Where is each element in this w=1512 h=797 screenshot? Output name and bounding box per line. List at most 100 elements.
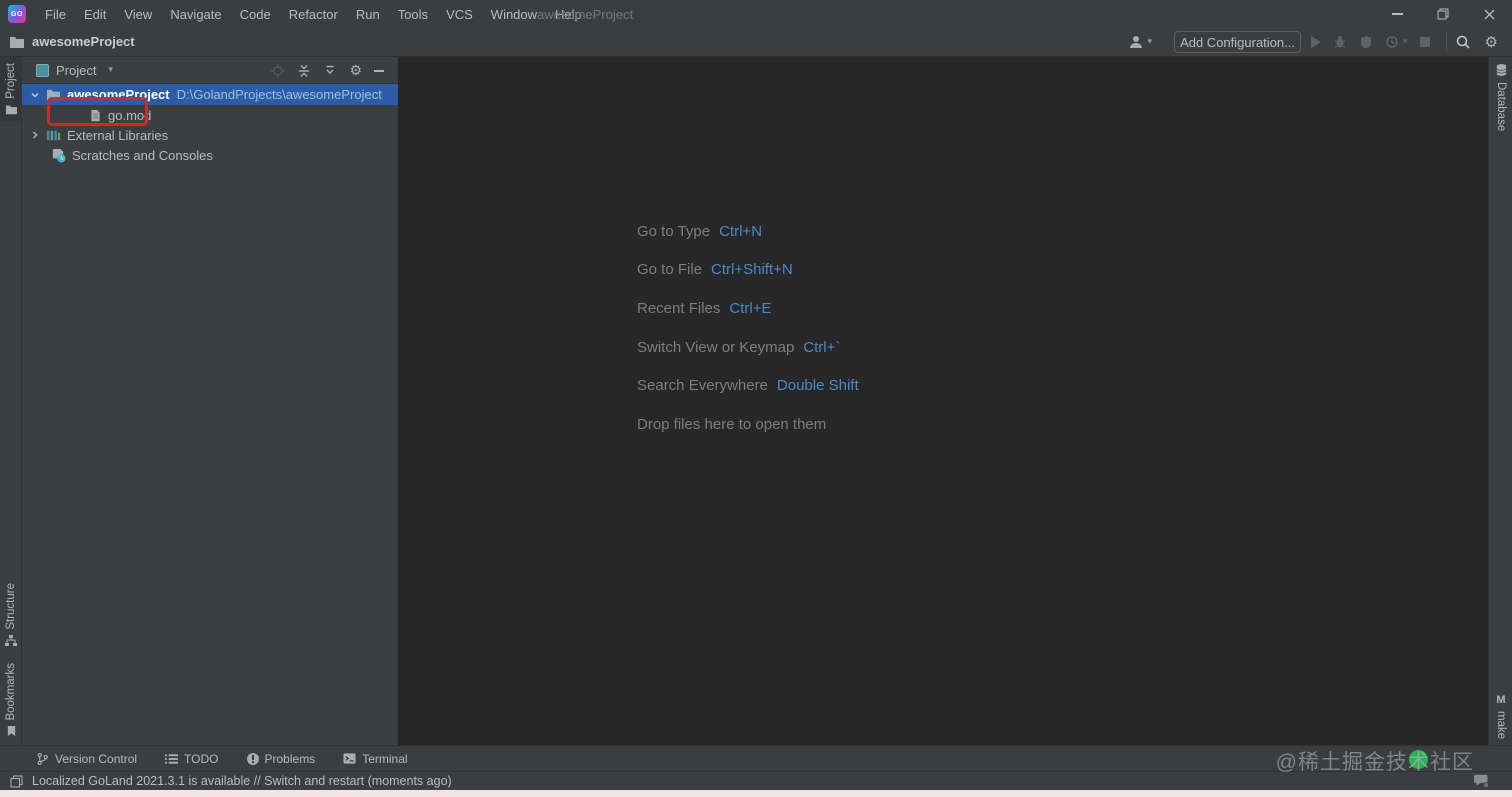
chevron-down-icon: ▾ bbox=[1147, 37, 1153, 47]
chevron-expanded-icon[interactable] bbox=[30, 90, 40, 100]
tool-tab-database[interactable]: Database bbox=[1489, 63, 1512, 131]
debug-icon[interactable] bbox=[1333, 35, 1347, 49]
restore-button[interactable] bbox=[1420, 0, 1466, 28]
hint-keys: Double Shift bbox=[776, 377, 859, 395]
chevron-down-icon[interactable]: ▾ bbox=[1403, 37, 1408, 47]
status-message[interactable]: Localized GoLand 2021.3.1 is available /… bbox=[32, 774, 452, 788]
menu-run[interactable]: Run bbox=[347, 0, 389, 28]
chevron-down-icon[interactable]: ▾ bbox=[108, 65, 113, 75]
right-tool-stripe: Database M make bbox=[1488, 57, 1512, 745]
stop-icon[interactable] bbox=[1419, 37, 1430, 47]
tool-tab-make[interactable]: M make bbox=[1489, 694, 1512, 739]
hint-go-to-file: Go to File Ctrl+Shift+N bbox=[637, 251, 859, 290]
library-icon bbox=[46, 130, 61, 140]
settings-gear-icon[interactable]: ⚙ bbox=[1485, 34, 1498, 50]
gomod-label: go.mod bbox=[108, 107, 152, 123]
project-panel-title: Project bbox=[56, 62, 97, 78]
tool-tab-project-label: Project bbox=[5, 63, 17, 99]
main-toolbar: awesomeProject ▾ Add Configuration... ▾ … bbox=[0, 28, 1512, 57]
hint-label: Drop files here to open them bbox=[637, 415, 827, 433]
tool-tab-structure[interactable]: Structure bbox=[0, 577, 22, 653]
root-project-path: D:\GolandProjects\awesomeProject bbox=[176, 87, 382, 102]
main-menu: File Edit View Navigate Code Refactor Ru… bbox=[36, 0, 591, 28]
event-log-icon[interactable] bbox=[1473, 773, 1490, 788]
close-icon bbox=[1484, 9, 1494, 19]
tool-tab-problems[interactable]: Problems bbox=[246, 751, 316, 766]
hide-panel-icon[interactable] bbox=[374, 69, 384, 72]
file-icon bbox=[91, 109, 100, 121]
tree-row-external-libraries[interactable]: External Libraries bbox=[22, 125, 398, 145]
tab-label: Terminal bbox=[362, 751, 408, 766]
root-project-name: awesomeProject bbox=[67, 87, 170, 102]
coverage-icon[interactable] bbox=[1359, 35, 1373, 49]
restore-icon bbox=[1437, 8, 1449, 20]
menu-refactor[interactable]: Refactor bbox=[280, 0, 347, 28]
profile-button[interactable]: ▾ bbox=[1128, 34, 1152, 50]
left-tool-stripe: Project Structure Bookmarks bbox=[0, 57, 22, 745]
hint-keys: Ctrl+` bbox=[803, 338, 841, 356]
hint-drop-files: Drop files here to open them bbox=[637, 405, 859, 444]
update-restart-icon bbox=[10, 775, 23, 787]
tool-tab-make-label: make bbox=[1495, 711, 1507, 740]
terminal-icon bbox=[343, 753, 356, 764]
tree-row-scratches[interactable]: Scratches and Consoles bbox=[22, 145, 398, 165]
project-panel-header: Project ▾ ⚙ bbox=[22, 57, 398, 84]
todo-list-icon bbox=[165, 753, 179, 764]
breadcrumb[interactable]: awesomeProject bbox=[9, 34, 135, 49]
hint-go-to-type: Go to Type Ctrl+N bbox=[637, 212, 859, 251]
scratches-label: Scratches and Consoles bbox=[72, 147, 213, 163]
window-controls bbox=[1374, 0, 1512, 28]
hint-label: Switch View or Keymap bbox=[637, 338, 795, 356]
menu-navigate[interactable]: Navigate bbox=[161, 0, 230, 28]
tool-tab-bookmarks[interactable]: Bookmarks bbox=[0, 657, 22, 743]
tab-label: Version Control bbox=[55, 751, 138, 766]
external-libraries-label: External Libraries bbox=[67, 127, 169, 143]
collapse-all-icon[interactable] bbox=[297, 64, 311, 78]
tab-label: Problems bbox=[264, 751, 316, 766]
hint-keys: Ctrl+Shift+N bbox=[711, 261, 793, 279]
panel-settings-gear-icon[interactable]: ⚙ bbox=[349, 64, 362, 78]
menu-vcs[interactable]: VCS bbox=[437, 0, 482, 28]
watermark-text: @稀土掘金技术社区 bbox=[1275, 751, 1474, 774]
locate-file-icon[interactable] bbox=[271, 63, 286, 78]
folder-icon bbox=[5, 105, 17, 115]
minimize-icon bbox=[1391, 13, 1403, 15]
hint-label: Search Everywhere bbox=[637, 377, 768, 395]
tree-row-gomod[interactable]: go.mod bbox=[22, 97, 398, 126]
chevron-collapsed-icon[interactable] bbox=[30, 130, 40, 140]
tool-tab-database-label: Database bbox=[1495, 82, 1507, 132]
expand-all-icon[interactable] bbox=[323, 64, 337, 78]
profiler-icon[interactable] bbox=[1385, 35, 1399, 49]
search-icon[interactable] bbox=[1455, 34, 1471, 50]
tab-label: TODO bbox=[184, 751, 219, 766]
menu-code[interactable]: Code bbox=[231, 0, 280, 28]
close-button[interactable] bbox=[1466, 0, 1512, 28]
database-icon bbox=[1495, 64, 1507, 76]
add-configuration-button[interactable]: Add Configuration... bbox=[1174, 31, 1302, 53]
project-tool-window: Project ▾ ⚙ awesomeProject D:\GolandProj… bbox=[22, 57, 398, 745]
tool-tab-version-control[interactable]: Version Control bbox=[36, 752, 137, 766]
tree-row-root[interactable]: awesomeProject D:\GolandProjects\awesome… bbox=[22, 84, 398, 105]
hint-switch-view: Switch View or Keymap Ctrl+` bbox=[637, 328, 859, 367]
run-icon[interactable] bbox=[1311, 36, 1322, 48]
menu-view[interactable]: View bbox=[115, 0, 161, 28]
menu-tools[interactable]: Tools bbox=[389, 0, 437, 28]
tool-tab-todo[interactable]: TODO bbox=[165, 751, 219, 766]
bookmark-icon bbox=[7, 725, 15, 736]
shortcut-hints: Go to Type Ctrl+N Go to File Ctrl+Shift+… bbox=[637, 212, 859, 444]
scratches-icon bbox=[52, 148, 66, 163]
tool-tab-project[interactable]: Project bbox=[0, 57, 22, 121]
tool-tab-terminal[interactable]: Terminal bbox=[343, 751, 408, 766]
git-branch-icon bbox=[37, 752, 48, 765]
minimize-button[interactable] bbox=[1374, 0, 1420, 28]
menu-edit[interactable]: Edit bbox=[75, 0, 115, 28]
editor-area: Go to Type Ctrl+N Go to File Ctrl+Shift+… bbox=[398, 57, 1488, 745]
main-area: Project Structure Bookmarks Project ▾ ⚙ … bbox=[0, 57, 1512, 745]
hint-label: Go to Type bbox=[637, 222, 711, 240]
hint-label: Recent Files bbox=[637, 299, 721, 317]
bottom-strip bbox=[0, 790, 1512, 797]
hint-recent-files: Recent Files Ctrl+E bbox=[637, 289, 859, 328]
menu-file[interactable]: File bbox=[36, 0, 75, 28]
structure-icon bbox=[5, 634, 17, 646]
toolbar-separator bbox=[1445, 33, 1447, 51]
